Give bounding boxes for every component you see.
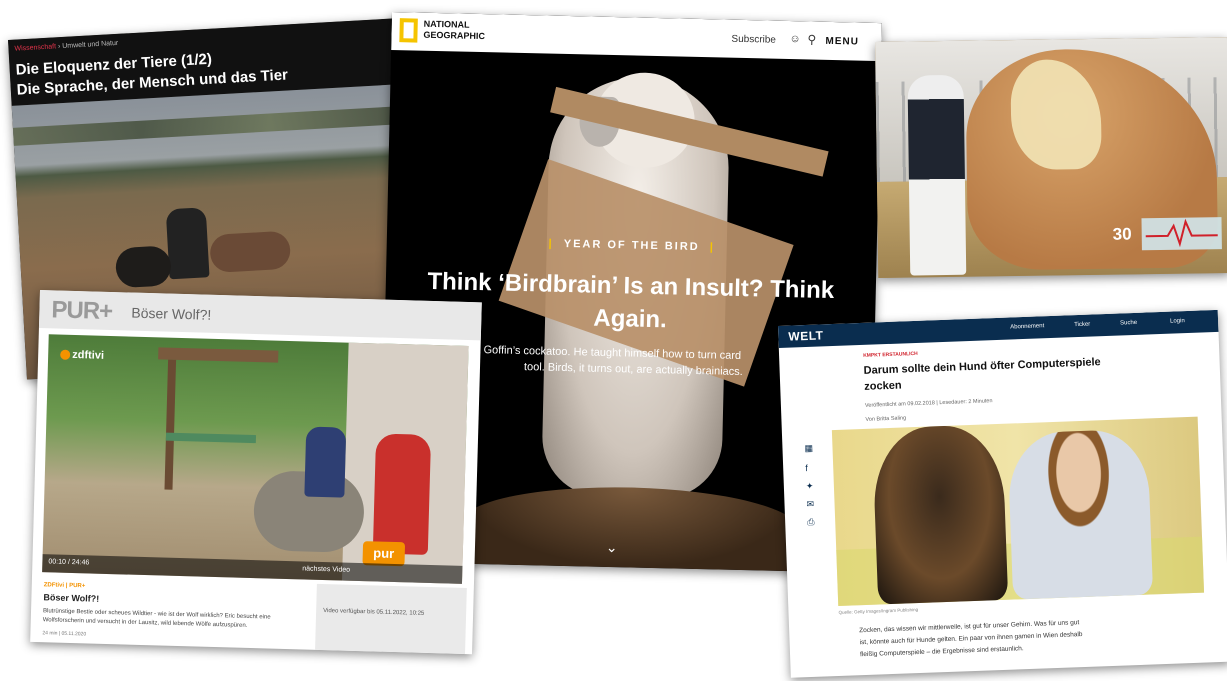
- twitter-icon[interactable]: ✦: [806, 481, 814, 492]
- publish-info: Veröffentlicht am 09.02.2018 | Lesedauer…: [864, 398, 993, 409]
- researcher-figure: [372, 433, 432, 555]
- chevron-down-icon[interactable]: ⌄: [606, 539, 618, 556]
- timecode: 00:10 / 24:46: [48, 558, 90, 567]
- availability-panel: [315, 583, 467, 655]
- video-player[interactable]: zdftivi pur 00:10 / 24:46 nächstes Video: [42, 334, 469, 584]
- user-icon[interactable]: ☺: [789, 33, 801, 45]
- facebook-icon[interactable]: f: [805, 463, 808, 473]
- perch: [459, 483, 802, 572]
- nav-search[interactable]: Suche: [1120, 320, 1137, 327]
- pavilion-roof: [158, 347, 279, 363]
- breadcrumb-sub[interactable]: Umwelt und Natur: [62, 40, 118, 50]
- video-headline: Böser Wolf?!: [43, 592, 100, 604]
- article-kicker: KMPKT ERSTAUNLICH: [863, 350, 918, 359]
- woman-figure: [907, 74, 967, 276]
- menu-button[interactable]: MENU: [825, 36, 859, 48]
- picnic-table: [165, 432, 257, 444]
- search-icon[interactable]: ⚲: [807, 32, 816, 46]
- pur-screenshot: PUR+ Böser Wolf?! zdftivi pur 00:10 / 24…: [30, 290, 482, 655]
- breadcrumb-section[interactable]: Wissenschaft: [14, 43, 56, 52]
- nav-login[interactable]: Login: [1170, 318, 1185, 325]
- pig-figure: [209, 230, 292, 274]
- heart-rate-value: 30: [1112, 224, 1132, 244]
- video-meta: 24 min | 05.11.2020: [42, 630, 87, 638]
- man-figure: [165, 207, 210, 280]
- breadcrumb[interactable]: Wissenschaft › Umwelt und Natur: [14, 40, 118, 53]
- pavilion-post: [164, 359, 177, 490]
- natgeo-logo-text[interactable]: NATIONAL GEOGRAPHIC: [423, 19, 485, 42]
- channel-logo: zdftivi: [60, 349, 104, 362]
- pur-logo[interactable]: PUR+: [51, 296, 112, 326]
- dark-pig-figure: [114, 245, 172, 289]
- print-icon[interactable]: ⎙: [807, 517, 815, 528]
- horse-screenshot: 30: [875, 37, 1227, 278]
- article-paragraph-end: fleißig Computerspiele – die Ergebnisse …: [859, 645, 1024, 659]
- author-line: Von Britta Saling: [865, 415, 907, 423]
- natgeo-topbar: NATIONAL GEOGRAPHIC Subscribe ☺ ⚲ MENU: [391, 12, 882, 62]
- next-video-button[interactable]: nächstes Video: [302, 565, 350, 573]
- article-headline: Think ‘Birdbrain’ Is an Insult? Think: [427, 267, 835, 305]
- zdf-dot-icon: [60, 349, 71, 360]
- tree-line: [12, 106, 399, 146]
- boy-figure: [1007, 428, 1154, 600]
- mail-icon[interactable]: ✉: [806, 499, 814, 510]
- article-headline: Darum sollte dein Hund öfter Computerspi…: [863, 356, 1101, 377]
- natgeo-logo-icon[interactable]: [399, 18, 418, 43]
- page-title: Böser Wolf?!: [131, 304, 212, 323]
- article-headline-cont: zocken: [864, 379, 902, 393]
- photo-caption: Quelle: Getty Images/Ingram Publishing: [838, 607, 919, 615]
- article-paragraph-cont: ist, könnte auch für Hunde gelten. Ein p…: [859, 631, 1083, 647]
- presenter-figure: [304, 426, 347, 498]
- nav-abo[interactable]: Abonnement: [1010, 323, 1044, 330]
- heartbeat-icon: [1141, 217, 1222, 251]
- nav-ticker[interactable]: Ticker: [1074, 322, 1090, 329]
- article-photo: [831, 416, 1205, 606]
- dog-figure: [871, 423, 1009, 605]
- comment-icon[interactable]: ▦: [804, 443, 813, 454]
- video-kicker: ZDFtivi | PUR+: [43, 582, 86, 590]
- welt-screenshot: WELT Abonnement Ticker Suche Login KMPKT…: [778, 309, 1227, 678]
- subscribe-link[interactable]: Subscribe: [731, 34, 776, 46]
- welt-logo[interactable]: WELT: [788, 328, 824, 343]
